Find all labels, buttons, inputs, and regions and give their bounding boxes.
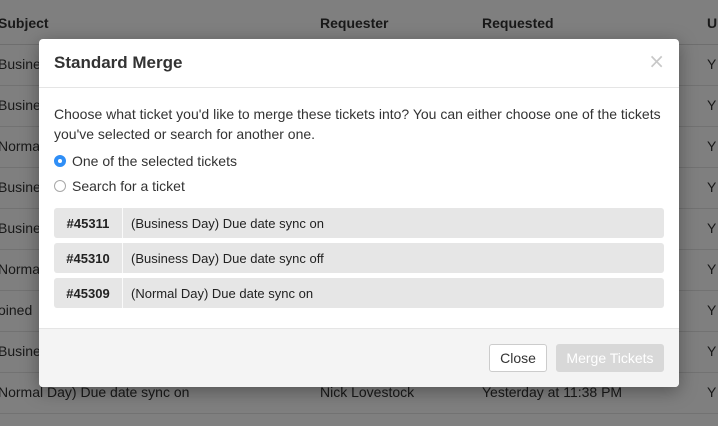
ticket-id: #45310 [54, 243, 123, 273]
option-search-ticket[interactable]: Search for a ticket [54, 173, 664, 198]
merge-tickets-button[interactable]: Merge Tickets [556, 344, 664, 372]
ticket-id: #45309 [54, 278, 123, 308]
radio-selected-tickets[interactable] [54, 154, 66, 167]
modal-header: Standard Merge × [39, 39, 679, 88]
close-icon[interactable]: × [648, 51, 665, 71]
modal-footer: Close Merge Tickets [39, 328, 679, 387]
ticket-item[interactable]: #45309 (Normal Day) Due date sync on [54, 278, 664, 308]
ticket-subject: (Normal Day) Due date sync on [131, 285, 314, 301]
merge-description: Choose what ticket you'd like to merge t… [54, 106, 661, 142]
option-label: Search for a ticket [72, 177, 185, 194]
ticket-subject: (Business Day) Due date sync off [131, 250, 324, 266]
modal-title: Standard Merge [54, 53, 183, 72]
ticket-item[interactable]: #45310 (Business Day) Due date sync off [54, 243, 664, 273]
radio-search-ticket[interactable] [54, 179, 66, 192]
close-button[interactable]: Close [489, 344, 547, 372]
standard-merge-dialog: Standard Merge × Choose what ticket you'… [39, 39, 679, 387]
ticket-list: #45311 (Business Day) Due date sync on #… [54, 208, 664, 313]
option-selected-tickets[interactable]: One of the selected tickets [54, 148, 664, 173]
ticket-subject: (Business Day) Due date sync on [131, 215, 324, 231]
option-label: One of the selected tickets [72, 152, 237, 169]
ticket-id: #45311 [54, 208, 123, 238]
ticket-item[interactable]: #45311 (Business Day) Due date sync on [54, 208, 664, 238]
